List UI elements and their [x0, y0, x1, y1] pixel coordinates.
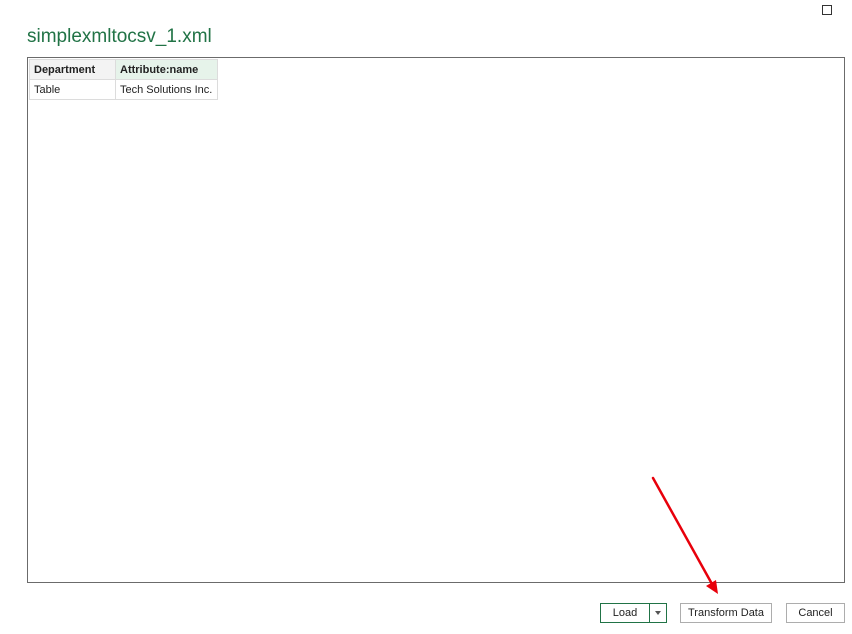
table-header-row: Department Attribute:name — [29, 59, 218, 80]
transform-data-button[interactable]: Transform Data — [680, 603, 772, 623]
maximize-icon[interactable] — [822, 5, 832, 15]
chevron-down-icon — [655, 611, 661, 615]
column-header-attribute-name[interactable]: Attribute:name — [115, 59, 218, 80]
preview-table: Department Attribute:name Table Tech Sol… — [29, 59, 218, 100]
dialog-title: simplexmltocsv_1.xml — [27, 26, 212, 47]
navigator-dialog: simplexmltocsv_1.xml Department Attribut… — [0, 0, 852, 634]
load-button[interactable]: Load — [600, 603, 650, 623]
cancel-button[interactable]: Cancel — [786, 603, 845, 623]
data-preview-pane[interactable]: Department Attribute:name Table Tech Sol… — [27, 57, 845, 583]
load-dropdown-button[interactable] — [649, 603, 667, 623]
table-cell[interactable]: Table — [29, 79, 116, 100]
table-cell[interactable]: Tech Solutions Inc. — [115, 79, 218, 100]
column-header-department[interactable]: Department — [29, 59, 116, 80]
table-row: Table Tech Solutions Inc. — [29, 79, 218, 100]
